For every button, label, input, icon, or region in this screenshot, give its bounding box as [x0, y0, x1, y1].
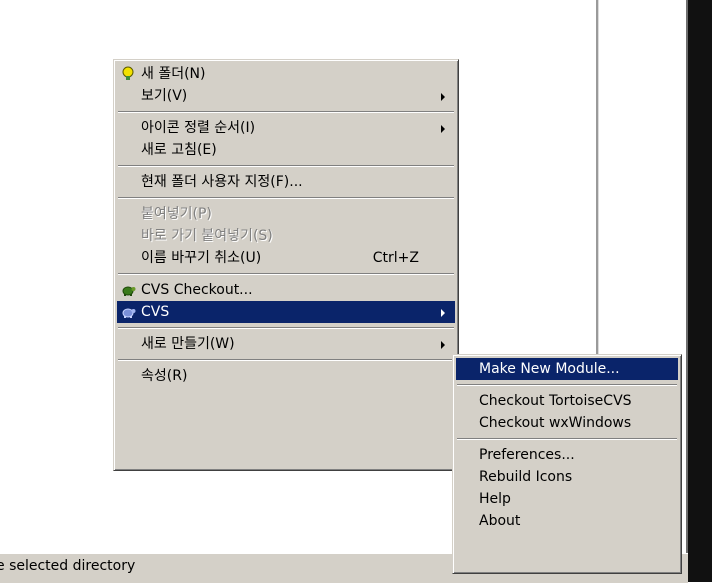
context-menu: 새 폴더(N) 보기(V) 아이콘 정렬 순서(I) 새로 고침(E) 현재 폴…: [113, 59, 459, 471]
submenu-arrow-icon: [441, 125, 445, 133]
window-right-edge: [688, 0, 712, 582]
status-text: e selected directory: [0, 558, 136, 574]
menu-separator: [457, 438, 677, 440]
menu-item-arrange-icons[interactable]: 아이콘 정렬 순서(I): [117, 117, 455, 139]
menu-item-properties[interactable]: 속성(R): [117, 365, 455, 387]
menu-item-label: Checkout TortoiseCVS: [479, 393, 632, 409]
menu-separator: [118, 111, 454, 113]
menu-item-label: Checkout wxWindows: [479, 415, 632, 431]
menu-item-label: 현재 폴더 사용자 지정(F)...: [141, 174, 303, 190]
menu-separator: [457, 384, 677, 386]
menu-item-refresh[interactable]: 새로 고침(E): [117, 139, 455, 161]
submenu-arrow-icon: [441, 309, 445, 317]
menu-item-label: 바로 가기 붙여넣기(S): [141, 228, 273, 244]
menu-item-cvs-checkout[interactable]: CVS Checkout...: [117, 279, 455, 301]
tortoise-icon: [122, 286, 136, 296]
menu-item-customize-folder[interactable]: 현재 폴더 사용자 지정(F)...: [117, 171, 455, 193]
menu-item-label: 새로 고침(E): [141, 142, 217, 158]
menu-item-undo-rename[interactable]: 이름 바꾸기 취소(U) Ctrl+Z: [117, 247, 455, 269]
menu-item-label: 새 폴더(N): [141, 66, 206, 82]
submenu-item-make-new-module[interactable]: Make New Module...: [456, 358, 678, 380]
menu-item-label: Help: [479, 491, 511, 507]
menu-item-label: 새로 만들기(W): [141, 336, 235, 352]
menu-item-new[interactable]: 새로 만들기(W): [117, 333, 455, 355]
menu-item-label: 보기(V): [141, 88, 188, 104]
menu-item-shortcut: Ctrl+Z: [372, 250, 419, 266]
submenu-item-about[interactable]: About: [456, 510, 678, 532]
submenu-item-rebuild-icons[interactable]: Rebuild Icons: [456, 466, 678, 488]
menu-item-label: CVS: [141, 304, 170, 320]
menu-item-label: 아이콘 정렬 순서(I): [141, 120, 256, 136]
new-folder-bulb-icon: [122, 66, 134, 80]
menu-separator: [118, 327, 454, 329]
menu-item-label: About: [479, 513, 521, 529]
menu-item-label: 속성(R): [141, 368, 188, 384]
menu-item-paste-shortcut: 바로 가기 붙여넣기(S): [117, 225, 455, 247]
submenu-item-checkout-tortoisecvs[interactable]: Checkout TortoiseCVS: [456, 390, 678, 412]
submenu-arrow-icon: [441, 341, 445, 349]
menu-separator: [118, 359, 454, 361]
menu-separator: [118, 165, 454, 167]
menu-item-label: Rebuild Icons: [479, 469, 573, 485]
submenu-item-checkout-wxwindows[interactable]: Checkout wxWindows: [456, 412, 678, 434]
menu-item-label: 이름 바꾸기 취소(U): [141, 250, 262, 266]
menu-item-cvs[interactable]: CVS: [117, 301, 455, 323]
cvs-submenu: Make New Module... Checkout TortoiseCVS …: [452, 354, 682, 574]
submenu-item-help[interactable]: Help: [456, 488, 678, 510]
menu-separator: [118, 197, 454, 199]
menu-item-label: Preferences...: [479, 447, 575, 463]
submenu-arrow-icon: [441, 93, 445, 101]
menu-item-label: CVS Checkout...: [141, 282, 253, 298]
menu-item-view[interactable]: 보기(V): [117, 85, 455, 107]
tortoise-icon: [122, 308, 136, 318]
menu-item-paste: 붙여넣기(P): [117, 203, 455, 225]
menu-item-new-folder[interactable]: 새 폴더(N): [117, 63, 455, 85]
menu-item-label: Make New Module...: [479, 361, 620, 377]
menu-separator: [118, 273, 454, 275]
menu-item-label: 붙여넣기(P): [141, 206, 212, 222]
submenu-item-preferences[interactable]: Preferences...: [456, 444, 678, 466]
